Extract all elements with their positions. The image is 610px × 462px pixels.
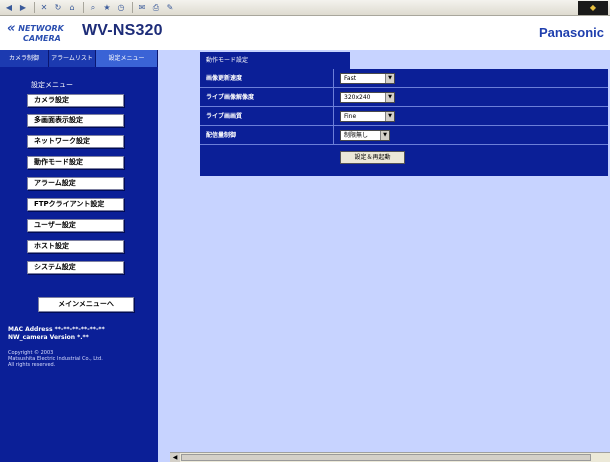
scroll-left-icon[interactable]: ◀ xyxy=(170,453,180,462)
table-row: 画像更新速度 Fast ▼ xyxy=(200,69,608,88)
page-header: « NETWORK CAMERA WV-NS320 Panasonic xyxy=(0,16,610,50)
content-area: 動作モード設定 画像更新速度 Fast ▼ ライブ画像解像度 320x240 ▼… xyxy=(158,50,610,462)
multiscreen-settings-button[interactable]: 多画面表示設定 xyxy=(27,114,124,127)
select-value: Fast xyxy=(344,75,357,82)
tab-alarm-list[interactable]: アラームリスト xyxy=(49,50,96,67)
mail-icon[interactable]: ✉ xyxy=(136,2,148,13)
brand-line2: CAMERA xyxy=(23,34,61,43)
stop-icon[interactable]: ✕ xyxy=(38,2,50,13)
firmware-version: NW_camera Version *.** xyxy=(8,334,89,341)
network-camera-logo: « NETWORK CAMERA xyxy=(7,22,64,43)
select-value: 制限無し xyxy=(344,132,369,139)
back-icon[interactable]: ◀ xyxy=(3,2,15,13)
settings-table: 画像更新速度 Fast ▼ ライブ画像解像度 320x240 ▼ ライブ画画質 xyxy=(200,69,608,176)
home-icon[interactable]: ⌂ xyxy=(66,2,78,13)
history-icon[interactable]: ◷ xyxy=(115,2,127,13)
apply-restart-button[interactable]: 設定＆再起動 xyxy=(340,151,405,164)
select-value: Fine xyxy=(344,113,357,120)
refresh-icon[interactable]: ↻ xyxy=(52,2,64,13)
edit-icon[interactable]: ✎ xyxy=(164,2,176,13)
table-row: 配信量制御 制限無し ▼ xyxy=(200,126,608,145)
panasonic-logo: Panasonic xyxy=(538,25,604,40)
copyright-line: All rights reserved. xyxy=(8,362,56,368)
device-info: MAC Address **-**-**-**-**-** NW_camera … xyxy=(8,326,105,342)
mac-address: MAC Address **-**-**-**-**-** xyxy=(8,326,105,333)
toolbar-divider xyxy=(83,2,84,13)
main-menu-button[interactable]: メインメニューへ xyxy=(38,297,134,312)
table-row: ライブ画画質 Fine ▼ xyxy=(200,107,608,126)
apply-cell: 設定＆再起動 xyxy=(334,145,608,176)
search-icon[interactable]: ⌕ xyxy=(87,2,99,13)
tab-settings-menu[interactable]: 設定メニュー xyxy=(96,50,158,67)
system-settings-button[interactable]: システム設定 xyxy=(27,261,124,274)
user-settings-button[interactable]: ユーザー設定 xyxy=(27,219,124,232)
bandwidth-control-select[interactable]: 制限無し ▼ xyxy=(340,130,390,141)
row-label: ライブ画像解像度 xyxy=(200,88,334,107)
chevron-down-icon: ▼ xyxy=(385,74,394,83)
alarm-settings-button[interactable]: アラーム設定 xyxy=(27,177,124,190)
copyright: Copyright © 2003 Matsushita Electric Ind… xyxy=(8,350,103,368)
resolution-select[interactable]: 320x240 ▼ xyxy=(340,92,395,103)
row-label: ライブ画画質 xyxy=(200,107,334,126)
menu-heading: 設定メニュー xyxy=(31,81,73,89)
image-quality-select[interactable]: Fine ▼ xyxy=(340,111,395,122)
scrollbar-thumb[interactable] xyxy=(181,454,591,461)
chevron-down-icon: ▼ xyxy=(380,131,389,140)
favorites-icon[interactable]: ★ xyxy=(101,2,113,13)
browser-logo-icon: ◆ xyxy=(578,1,608,15)
operation-mode-button[interactable]: 動作モード設定 xyxy=(27,156,124,169)
toolbar-divider xyxy=(34,2,35,13)
host-settings-button[interactable]: ホスト設定 xyxy=(27,240,124,253)
model-name: WV-NS320 xyxy=(82,22,163,39)
network-settings-button[interactable]: ネットワーク設定 xyxy=(27,135,124,148)
row-label: 画像更新速度 xyxy=(200,69,334,88)
section-title: 動作モード設定 xyxy=(200,52,350,69)
row-label: 配信量制御 xyxy=(200,126,334,145)
sidebar: カメラ制御 アラームリスト 設定メニュー 設定メニュー カメラ設定 多画面表示設… xyxy=(0,50,158,462)
ftp-client-button[interactable]: FTPクライアント設定 xyxy=(27,198,124,211)
select-value: 320x240 xyxy=(344,94,371,101)
tab-camera-control[interactable]: カメラ制御 xyxy=(0,50,49,67)
horizontal-scrollbar[interactable]: ◀ xyxy=(170,452,610,462)
brand-line1: NETWORK xyxy=(18,24,64,33)
print-icon[interactable]: ⎙ xyxy=(150,2,162,13)
toolbar-divider xyxy=(132,2,133,13)
forward-icon[interactable]: ▶ xyxy=(17,2,29,13)
chevron-down-icon: ▼ xyxy=(385,93,394,102)
table-row: ライブ画像解像度 320x240 ▼ xyxy=(200,88,608,107)
camera-settings-button[interactable]: カメラ設定 xyxy=(27,94,124,107)
sidebar-tabs: カメラ制御 アラームリスト 設定メニュー xyxy=(0,50,158,67)
browser-toolbar: ◀ ▶ ✕ ↻ ⌂ ⌕ ★ ◷ ✉ ⎙ ✎ ◆ xyxy=(0,0,610,16)
refresh-speed-select[interactable]: Fast ▼ xyxy=(340,73,395,84)
chevron-down-icon: ▼ xyxy=(385,112,394,121)
